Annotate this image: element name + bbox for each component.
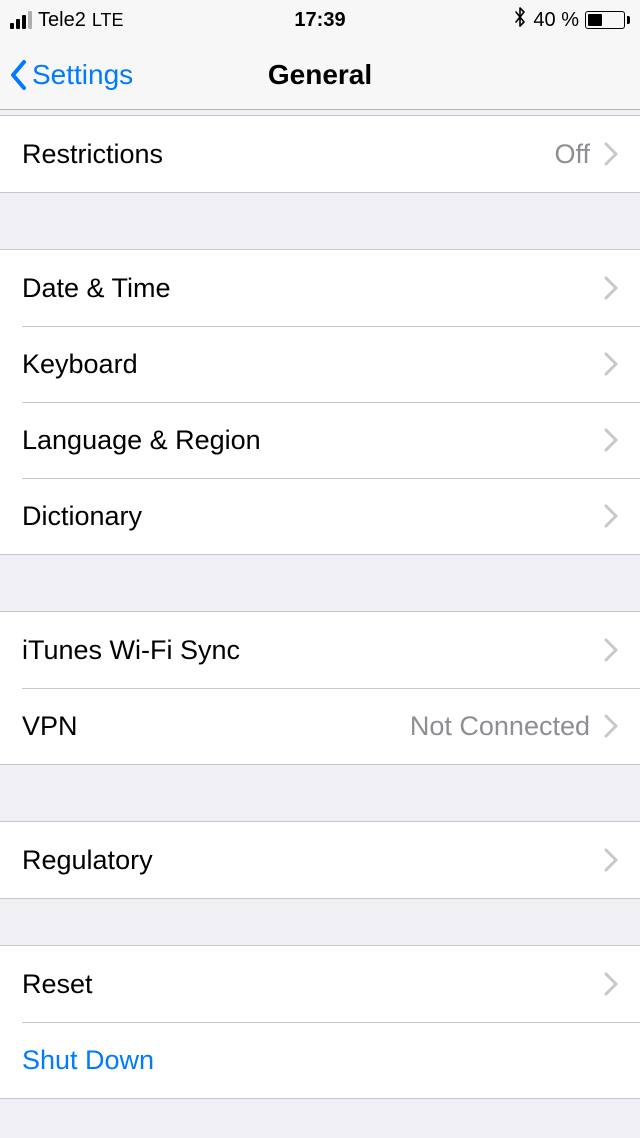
carrier-label: Tele2 [38,9,86,32]
cell-label: Restrictions [22,139,163,170]
back-button[interactable]: Settings [10,59,133,91]
section-divider [0,764,640,822]
chevron-right-icon [604,276,618,300]
row-language-region[interactable]: Language & Region [0,402,640,478]
chevron-right-icon [604,428,618,452]
cell-label: Shut Down [22,1045,154,1076]
cell-value: Off [554,139,590,170]
status-left: Tele2 LTE [10,9,124,32]
cell-label: iTunes Wi-Fi Sync [22,635,240,666]
clock: 17:39 [294,9,345,32]
row-restrictions[interactable]: Restrictions Off [0,116,640,192]
row-date-time[interactable]: Date & Time [0,250,640,326]
chevron-right-icon [604,504,618,528]
chevron-right-icon [604,142,618,166]
cell-label: Date & Time [22,273,171,304]
chevron-right-icon [604,352,618,376]
status-right: 40 % [513,6,630,34]
page-title: General [268,59,372,91]
row-dictionary[interactable]: Dictionary [0,478,640,554]
cell-label: Dictionary [22,501,142,532]
signal-strength-icon [10,11,32,29]
cell-value: Not Connected [410,711,590,742]
row-reset[interactable]: Reset [0,946,640,1022]
battery-percent: 40 % [533,9,579,32]
chevron-right-icon [604,972,618,996]
cell-label: Language & Region [22,425,261,456]
cell-label: Keyboard [22,349,138,380]
row-keyboard[interactable]: Keyboard [0,326,640,402]
battery-icon [585,11,630,29]
status-bar: Tele2 LTE 17:39 40 % [0,0,640,40]
chevron-left-icon [10,60,28,90]
chevron-right-icon [604,848,618,872]
cell-label: Regulatory [22,845,153,876]
row-itunes-wifi-sync[interactable]: iTunes Wi-Fi Sync [0,612,640,688]
row-regulatory[interactable]: Regulatory [0,822,640,898]
nav-bar: Settings General [0,40,640,110]
cell-label: VPN [22,711,78,742]
chevron-right-icon [604,638,618,662]
section-divider [0,898,640,946]
section-divider [0,192,640,250]
back-label: Settings [32,59,133,91]
row-shut-down[interactable]: Shut Down [0,1022,640,1098]
bluetooth-icon [513,6,527,34]
cell-label: Reset [22,969,93,1000]
chevron-right-icon [604,714,618,738]
section-divider [0,554,640,612]
section-divider [0,1098,640,1118]
network-label: LTE [92,10,124,31]
row-vpn[interactable]: VPN Not Connected [0,688,640,764]
